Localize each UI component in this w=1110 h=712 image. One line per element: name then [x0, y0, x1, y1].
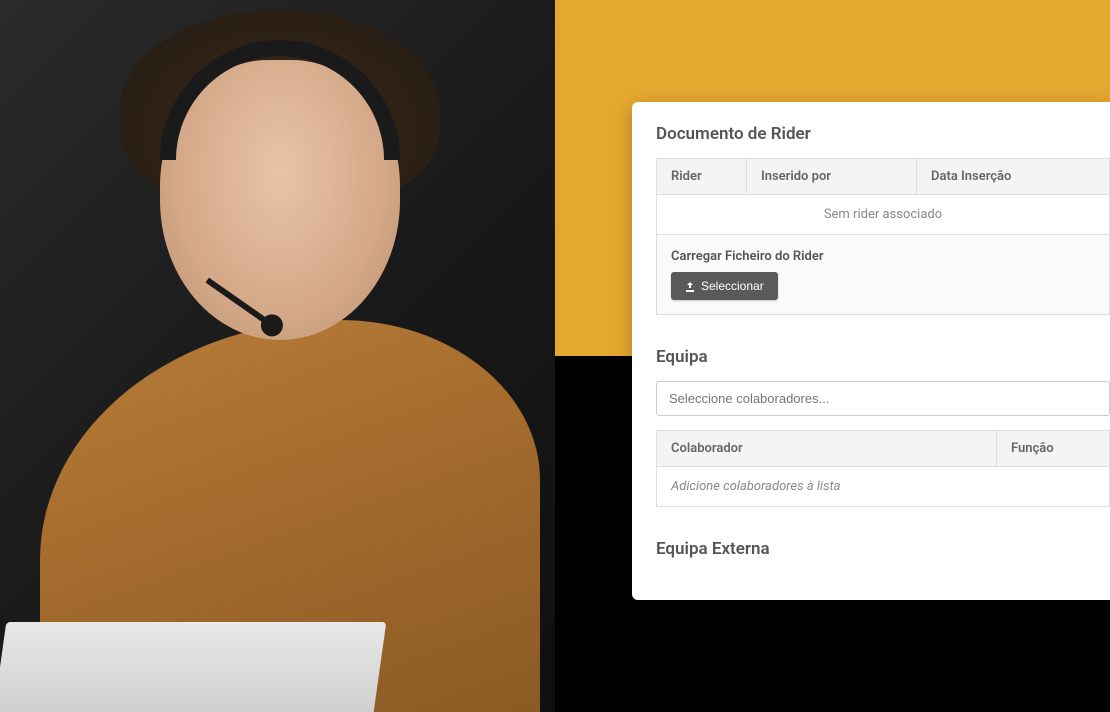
equipa-table: Colaborador Função Adicione colaboradore… [656, 430, 1110, 507]
equipa-empty-row: Adicione colaboradores à lista [657, 467, 1110, 507]
hero-photo [0, 0, 555, 712]
rider-document-section: Documento de Rider Rider Inserido por Da… [656, 124, 1110, 315]
form-panel: Documento de Rider Rider Inserido por Da… [632, 102, 1110, 600]
select-file-button[interactable]: Seleccionar [671, 272, 778, 300]
data-insercao-col-header: Data Inserção [917, 159, 1110, 195]
colaborador-col-header: Colaborador [657, 431, 997, 467]
equipa-empty-message: Adicione colaboradores à lista [657, 467, 1110, 507]
upload-label: Carregar Ficheiro do Rider [671, 249, 1095, 264]
rider-section-title: Documento de Rider [656, 124, 1110, 144]
table-header-row: Colaborador Função [657, 431, 1110, 467]
funcao-col-header: Função [997, 431, 1110, 467]
rider-table: Rider Inserido por Data Inserção Sem rid… [656, 158, 1110, 235]
photo-illustration [0, 0, 555, 712]
upload-icon [685, 281, 695, 291]
colaboradores-select[interactable] [656, 381, 1110, 416]
rider-col-header: Rider [657, 159, 747, 195]
select-button-label: Seleccionar [701, 279, 764, 293]
equipa-section-title: Equipa [656, 347, 1110, 367]
table-header-row: Rider Inserido por Data Inserção [657, 159, 1110, 195]
inserido-por-col-header: Inserido por [747, 159, 917, 195]
rider-empty-message: Sem rider associado [657, 195, 1110, 235]
equipa-externa-title: Equipa Externa [656, 539, 1110, 559]
equipa-section: Equipa Colaborador Função Adicione colab… [656, 347, 1110, 507]
rider-empty-row: Sem rider associado [657, 195, 1110, 235]
rider-upload-box: Carregar Ficheiro do Rider Seleccionar [656, 235, 1110, 315]
equipa-externa-section: Equipa Externa [656, 539, 1110, 559]
